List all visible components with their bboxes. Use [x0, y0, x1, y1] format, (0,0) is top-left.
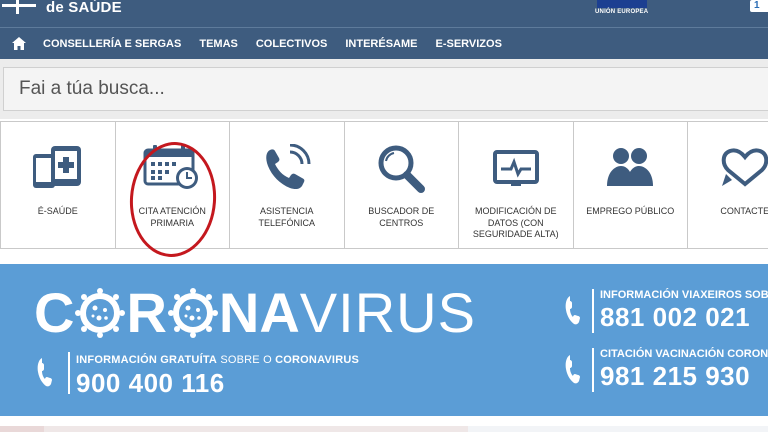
tile-asistencia-telefonica[interactable]: ASISTENCIA TELEFÓNICA	[229, 121, 344, 249]
coronavirus-wordmark: C R NA VIRUS	[34, 281, 476, 344]
main-nav: CONSELLERÍA E SERGAS TEMAS COLECTIVOS IN…	[0, 27, 768, 59]
mobile-health-icon	[1, 144, 115, 194]
info-light-text: SOBRE O	[217, 354, 276, 366]
wordmark-virus: VIRUS	[299, 281, 476, 344]
vaccination-info-title: CITACIÓN VACINACIÓN CORON	[600, 348, 768, 360]
nav-item-interesame[interactable]: INTERÉSAME	[336, 38, 426, 50]
info-bold-text: INFORMACIÓN GRATUÍTA	[76, 354, 218, 366]
phone-icon	[230, 144, 344, 194]
wordmark-na: NA	[218, 281, 300, 344]
tile-label: BUSCADOR DE CENTROS	[368, 206, 435, 228]
eu-label: UNIÓN EUROPEA	[595, 9, 649, 15]
free-info-number[interactable]: 900 400 116	[76, 368, 225, 399]
tile-cita-atencion-primaria[interactable]: CITA ATENCIÓN PRIMARIA	[114, 121, 230, 249]
page: de SAÚDE UNIÓN EUROPEA 1 CONSELLERÍA E S…	[0, 0, 768, 432]
magnifier-icon	[345, 144, 459, 194]
nav-item-conselleria[interactable]: CONSELLERÍA E SERGAS	[34, 38, 190, 50]
coronavirus-banner[interactable]: C R NA VIRUS INFORMACIÓN GRATUÍTA SOBRE …	[0, 264, 768, 416]
bottom-strip	[0, 426, 768, 432]
tile-e-saude[interactable]: É-SAÚDE	[0, 121, 115, 249]
search-bar	[0, 59, 768, 119]
banner-divider	[592, 348, 594, 392]
banner-divider	[68, 352, 70, 394]
nav-item-temas[interactable]: TEMAS	[190, 38, 247, 50]
tile-label: EMPREGO PÚBLICO	[586, 206, 675, 216]
tile-label: CITA ATENCIÓN PRIMARIA	[138, 206, 206, 228]
nav-item-colectivos[interactable]: COLECTIVOS	[247, 38, 337, 50]
phone-icon	[37, 358, 52, 387]
wordmark-r: R	[126, 281, 167, 344]
search-input[interactable]	[3, 67, 768, 111]
free-info-label: INFORMACIÓN GRATUÍTA SOBRE O CORONAVIRUS	[76, 354, 359, 366]
tile-label: ASISTENCIA TELEFÓNICA	[258, 206, 315, 228]
phone-icon	[565, 296, 580, 325]
vaccination-info-number: 981 215 930	[600, 361, 751, 391]
accessibility-badge[interactable]: 1	[750, 0, 768, 12]
tile-buscador-de-centros[interactable]: BUSCADOR DE CENTROS	[343, 121, 459, 249]
info-bold-text-2: CORONAVIRUS	[275, 354, 360, 366]
tile-modificacion-de-datos[interactable]: MODIFICACIÓN DE DATOS (CON SEGURIDADE AL…	[458, 121, 573, 249]
banner-divider	[592, 289, 594, 333]
travellers-info-title: INFORMACIÓN VIAXEIROS SOBRE	[600, 289, 768, 301]
site-header: de SAÚDE UNIÓN EUROPEA 1	[0, 0, 768, 27]
badge-text: 1	[754, 0, 760, 11]
tile-label: MODIFICACIÓN DE DATOS (CON SEGURIDADE AL…	[472, 206, 559, 239]
eu-flag-icon	[597, 0, 647, 8]
tile-label: É-SAÚDE	[37, 206, 78, 216]
heart-bubble-icon	[688, 144, 768, 194]
sergas-logo-icon[interactable]	[2, 0, 42, 14]
tile-label: CONTACTE	[720, 206, 768, 216]
monitor-pulse-icon	[459, 144, 573, 194]
brand-text[interactable]: de SAÚDE	[46, 0, 122, 16]
virus-icon	[167, 288, 218, 338]
travellers-info-number: 881 002 021	[600, 302, 751, 332]
service-tiles: É-SAÚDE CITA ATENCIÓN PRIMARIA ASISTENCI…	[0, 121, 768, 249]
tile-emprego-publico[interactable]: EMPREGO PÚBLICO	[572, 121, 688, 249]
wordmark-c: C	[34, 281, 75, 344]
home-icon[interactable]	[4, 28, 34, 60]
tile-contacte[interactable]: CONTACTE	[687, 121, 768, 249]
virus-icon	[75, 288, 126, 338]
nav-item-e-servizos[interactable]: E-SERVIZOS	[426, 38, 510, 50]
people-icon	[574, 144, 688, 194]
phone-icon	[565, 355, 580, 384]
calendar-clock-icon	[116, 144, 230, 194]
